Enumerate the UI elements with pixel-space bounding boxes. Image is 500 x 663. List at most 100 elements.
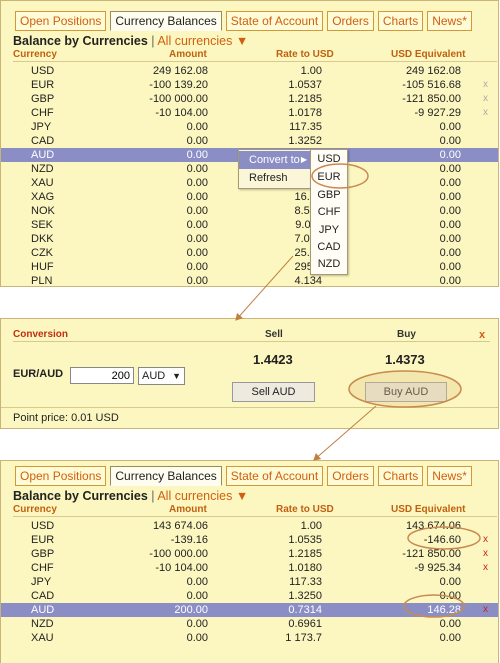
cell-currency: SEK (31, 219, 54, 231)
cell-usd-equivalent: 0.00 (439, 205, 461, 217)
cell-amount: -100 000.00 (149, 548, 208, 560)
cell-amount: 0.00 (186, 233, 208, 245)
convert-to-label: Convert to (249, 154, 300, 166)
amount-input[interactable] (70, 367, 134, 384)
separator: | (151, 489, 155, 503)
remove-icon[interactable]: x (483, 561, 488, 575)
tab-orders[interactable]: Orders (327, 11, 374, 31)
table-row[interactable]: XAG 0.00 16.46 0.00 (1, 190, 498, 204)
cell-currency: NOK (31, 205, 55, 217)
cell-amount: 0.00 (186, 149, 208, 161)
currency-select-value: AUD (142, 370, 166, 382)
tab-state-of-account[interactable]: State of Account (225, 11, 324, 31)
table-row[interactable]: PLN 0.00 4.134 0.00 (1, 274, 498, 287)
table-row[interactable]: USD 143 674.06 1.00 143 674.06 (1, 519, 498, 533)
cell-currency: XAU (31, 632, 54, 644)
chevron-down-icon: ▼ (235, 489, 249, 503)
table-row[interactable]: GBP -100 000.00 1.2185 -121 850.00 x (1, 92, 498, 106)
currency-filter-dropdown[interactable]: All currencies ▼ (157, 489, 248, 503)
cell-currency: XAG (31, 191, 55, 203)
submenu-item-chf[interactable]: CHF (311, 203, 347, 221)
cell-currency: CHF (31, 107, 54, 119)
cell-rate: 1.0180 (288, 562, 322, 574)
cell-usd-equivalent: -121 850.00 (402, 93, 461, 105)
table-row[interactable]: NZD 0.00 0.6961 0.00 (1, 617, 498, 631)
submenu-item-usd[interactable]: USD (311, 150, 347, 168)
table-row[interactable]: SEK 0.00 9.011 0.00 (1, 218, 498, 232)
tab-currency-balances[interactable]: Currency Balances (110, 466, 222, 486)
balance-title: Balance by Currencies (13, 34, 148, 48)
table-row[interactable]: EUR -139.16 1.0535 -146.60 x (1, 533, 498, 547)
tab-charts[interactable]: Charts (377, 11, 424, 31)
cell-usd-equivalent: 146.28 (427, 604, 461, 616)
cell-amount: 0.00 (186, 205, 208, 217)
remove-icon[interactable]: x (483, 533, 488, 547)
table-row[interactable]: DKK 0.00 7.055 0.00 (1, 232, 498, 246)
table-row[interactable]: CZK 0.00 25.61 0.00 (1, 246, 498, 260)
cell-usd-equivalent: 0.00 (439, 121, 461, 133)
tab-open-positions[interactable]: Open Positions (15, 11, 107, 31)
tab-state-of-account[interactable]: State of Account (225, 466, 324, 486)
submenu-item-jpy[interactable]: JPY (311, 221, 347, 239)
remove-icon[interactable]: x (483, 603, 488, 617)
menu-item-refresh[interactable]: Refresh (239, 169, 311, 187)
col-rate: Rate to USD (276, 504, 334, 515)
cell-amount: 0.00 (186, 590, 208, 602)
col-amount: Amount (169, 49, 207, 60)
table-row[interactable]: USD 249 162.08 1.00 249 162.08 (1, 64, 498, 78)
cell-currency: XAU (31, 177, 54, 189)
tab-charts[interactable]: Charts (377, 466, 424, 486)
cell-currency: NZD (31, 618, 54, 630)
table-row[interactable]: NOK 0.00 8.520 0.00 (1, 204, 498, 218)
tab-currency-balances[interactable]: Currency Balances (110, 11, 222, 31)
table-row[interactable]: XAU 0.00 1 173.7 0.00 (1, 631, 498, 645)
submenu-item-gbp[interactable]: GBP (311, 186, 347, 204)
table-row[interactable]: AUD 200.00 0.7314 146.28 x (1, 603, 498, 617)
submenu-item-nzd[interactable]: NZD (311, 255, 347, 273)
tab-news[interactable]: News* (427, 466, 472, 486)
remove-icon[interactable]: x (483, 106, 488, 120)
cell-amount: 143 674.06 (152, 520, 208, 532)
table-row[interactable]: CAD 0.00 1.3252 0.00 (1, 134, 498, 148)
currency-select[interactable]: AUD ▼ (138, 367, 185, 385)
close-icon[interactable]: x (479, 329, 485, 341)
cell-usd-equivalent: 143 674.06 (405, 520, 461, 532)
cell-amount: 0.00 (186, 632, 208, 644)
tab-open-positions[interactable]: Open Positions (15, 466, 107, 486)
cell-usd-equivalent: 0.00 (439, 275, 461, 287)
remove-icon[interactable]: x (483, 78, 488, 92)
table-row[interactable]: CHF -10 104.00 1.0180 -9 925.34 x (1, 561, 498, 575)
buy-aud-button[interactable]: Buy AUD (365, 382, 447, 402)
tab-orders[interactable]: Orders (327, 466, 374, 486)
cell-currency: JPY (31, 121, 52, 133)
remove-icon[interactable]: x (483, 547, 488, 561)
cell-usd-equivalent: 0.00 (439, 149, 461, 161)
remove-icon[interactable]: x (483, 92, 488, 106)
currency-filter-label: All currencies (157, 489, 233, 503)
cell-currency: AUD (31, 149, 55, 161)
table-row[interactable]: EUR -100 139.20 1.0537 -105 516.68 x (1, 78, 498, 92)
cell-currency: USD (31, 65, 55, 77)
table-row[interactable]: GBP -100 000.00 1.2185 -121 850.00 x (1, 547, 498, 561)
submenu-item-cad[interactable]: CAD (311, 238, 347, 256)
cell-rate: 117.35 (289, 121, 322, 133)
cell-usd-equivalent: -121 850.00 (402, 548, 461, 560)
menu-item-convert-to[interactable]: Convert to ▶ (239, 151, 311, 169)
sell-aud-button[interactable]: Sell AUD (232, 382, 315, 402)
conversion-title: Conversion (13, 329, 69, 340)
cell-rate: 1.3252 (288, 135, 322, 147)
table-row[interactable]: JPY 0.00 117.35 0.00 (1, 120, 498, 134)
tab-news[interactable]: News* (427, 11, 472, 31)
submenu-item-eur[interactable]: EUR (311, 168, 347, 186)
cell-rate: 1.0537 (288, 79, 322, 91)
cell-usd-equivalent: 0.00 (439, 233, 461, 245)
currency-balances-panel-before: Open Positions Currency Balances State o… (0, 0, 499, 287)
table-row[interactable]: CAD 0.00 1.3250 0.00 (1, 589, 498, 603)
currency-filter-dropdown[interactable]: All currencies ▼ (157, 34, 248, 48)
table-row[interactable]: CHF -10 104.00 1.0178 -9 927.29 x (1, 106, 498, 120)
cell-currency: HUF (31, 261, 54, 273)
table-row[interactable]: HUF 0.00 295.4 0.00 (1, 260, 498, 274)
table-row[interactable]: JPY 0.00 117.33 0.00 (1, 575, 498, 589)
cell-usd-equivalent: -105 516.68 (402, 79, 461, 91)
cell-usd-equivalent: -146.60 (423, 534, 461, 546)
